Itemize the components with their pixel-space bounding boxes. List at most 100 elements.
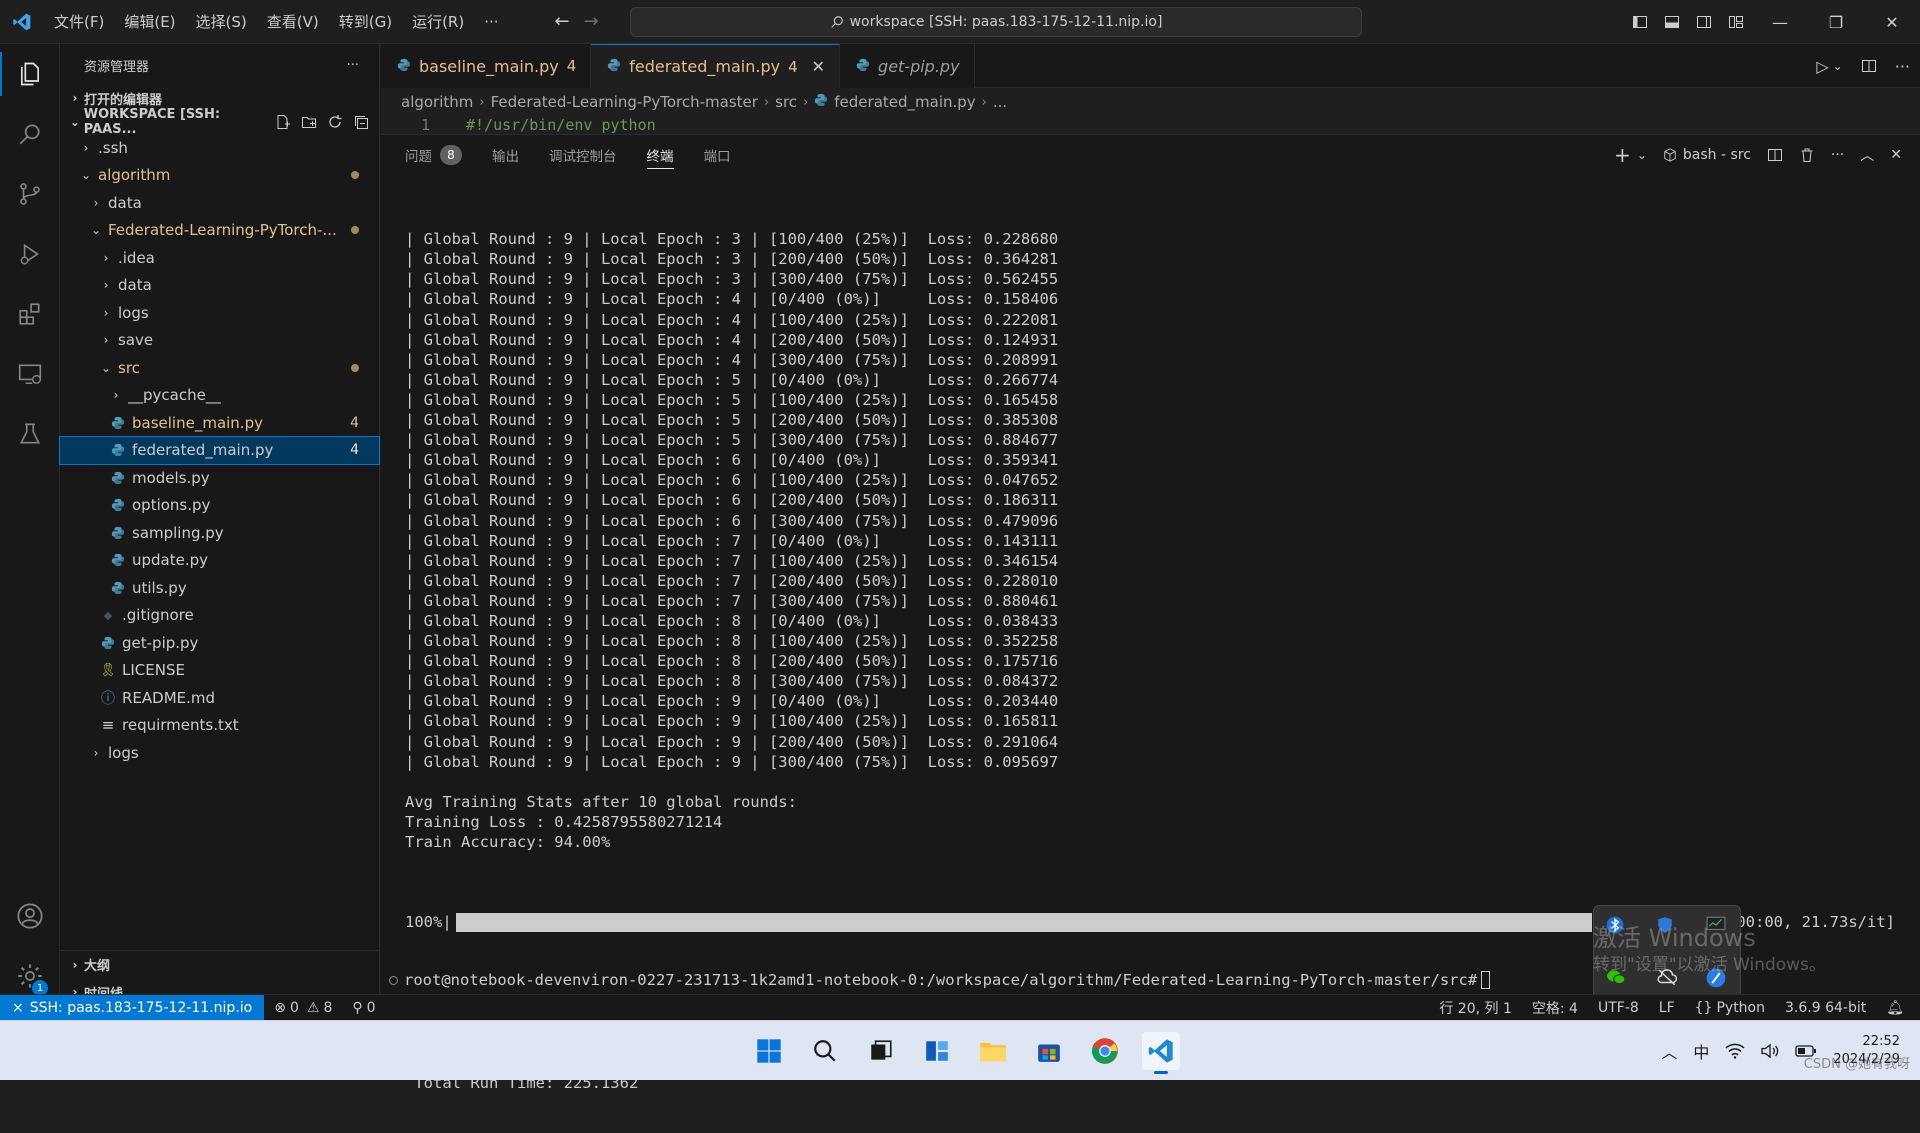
vscode-taskbar-icon[interactable] bbox=[1142, 1032, 1180, 1074]
panel-tab[interactable]: 终端 bbox=[646, 135, 674, 175]
terminal-prompt-line[interactable]: root@notebook-devenviron-0227-231713-1k2… bbox=[389, 971, 1491, 989]
kill-terminal-trash-icon[interactable] bbox=[1799, 147, 1815, 163]
show-hidden-icons-chevron-icon[interactable]: ︿ bbox=[1661, 1039, 1677, 1063]
end-of-line[interactable]: LF bbox=[1649, 1000, 1685, 1016]
tree-folder[interactable]: ⌄ algorithm bbox=[60, 162, 379, 190]
terminal-dropdown-chevron-icon[interactable]: ⌄ bbox=[1637, 148, 1647, 162]
tree-folder[interactable]: › .idea bbox=[60, 244, 379, 272]
editor-code-area[interactable]: 1 #!/usr/bin/env python bbox=[381, 116, 1920, 134]
tree-folder[interactable]: › .ssh bbox=[60, 134, 379, 162]
menu-item[interactable]: 选择(S) bbox=[186, 0, 257, 44]
editor-more-actions-icon[interactable]: ··· bbox=[1895, 57, 1910, 76]
panel-tab[interactable]: 调试控制台 bbox=[549, 135, 617, 175]
new-terminal-icon[interactable]: + bbox=[1614, 143, 1631, 167]
source-control-icon[interactable] bbox=[0, 164, 60, 224]
tree-file[interactable]: update.py bbox=[60, 547, 379, 575]
start-windows-icon[interactable] bbox=[750, 1032, 788, 1070]
remote-explorer-icon[interactable] bbox=[0, 344, 60, 404]
tree-file[interactable]: utils.py bbox=[60, 574, 379, 602]
tree-folder[interactable]: › __pycache__ bbox=[60, 382, 379, 410]
microsoft-store-icon[interactable] bbox=[1030, 1032, 1068, 1070]
tree-folder[interactable]: › logs bbox=[60, 739, 379, 767]
notifications-bell-icon[interactable]: 🔔︎ bbox=[1876, 1000, 1920, 1016]
run-python-file-icon[interactable]: ▷ bbox=[1816, 57, 1828, 76]
tree-file[interactable]: federated_main.py 4 bbox=[59, 435, 380, 465]
tree-file[interactable]: ≡ requirments.txt bbox=[60, 712, 379, 740]
tree-file[interactable]: 🎗︎ LICENSE bbox=[60, 657, 379, 685]
menu-item[interactable]: 查看(V) bbox=[257, 0, 329, 44]
back-arrow-icon[interactable]: ← bbox=[555, 11, 570, 32]
collapse-all-icon[interactable] bbox=[353, 114, 369, 130]
terminal-selector[interactable]: bash - src bbox=[1663, 147, 1751, 163]
accounts-icon[interactable] bbox=[0, 886, 60, 946]
editor-tab[interactable]: get-pip.py bbox=[840, 44, 975, 88]
breadcrumb-item[interactable]: algorithm bbox=[401, 93, 473, 111]
toggle-secondary-sidebar-icon[interactable] bbox=[1688, 0, 1720, 44]
menu-item[interactable]: 运行(R) bbox=[402, 0, 474, 44]
ime-indicator[interactable]: 中 bbox=[1693, 1039, 1709, 1063]
breadcrumb-item[interactable]: Federated-Learning-PyTorch-master bbox=[491, 93, 758, 111]
chrome-icon[interactable] bbox=[1086, 1032, 1124, 1070]
run-dropdown-chevron-icon[interactable]: ⌄ bbox=[1833, 59, 1843, 73]
tree-folder[interactable]: ⌄ Federated-Learning-PyTorch-... bbox=[60, 217, 379, 245]
forward-arrow-icon[interactable]: → bbox=[584, 11, 599, 32]
close-window-button[interactable]: ✕ bbox=[1864, 0, 1920, 44]
minimize-button[interactable]: — bbox=[1752, 0, 1808, 44]
new-folder-icon[interactable] bbox=[301, 114, 317, 130]
close-tab-icon[interactable]: ✕ bbox=[812, 57, 825, 76]
ports-status[interactable]: ⚲ 0 bbox=[342, 1000, 385, 1016]
run-debug-icon[interactable] bbox=[0, 224, 60, 284]
search-icon[interactable] bbox=[0, 104, 60, 164]
toggle-panel-icon[interactable] bbox=[1656, 0, 1688, 44]
remote-indicator[interactable]: ⨯ SSH: paas.183-175-12-11.nip.io bbox=[0, 994, 265, 1021]
widgets-icon[interactable] bbox=[918, 1032, 956, 1070]
panel-more-actions-icon[interactable]: ··· bbox=[1831, 147, 1844, 163]
menu-item[interactable]: 转到(G) bbox=[329, 0, 402, 44]
tree-file[interactable]: ⓘ README.md bbox=[60, 684, 379, 712]
file-explorer-icon[interactable] bbox=[974, 1032, 1012, 1070]
tree-folder[interactable]: ⌄ src bbox=[60, 354, 379, 382]
panel-tab[interactable]: 输出 bbox=[492, 135, 519, 175]
tree-file[interactable]: get-pip.py bbox=[60, 629, 379, 657]
editor-tab[interactable]: federated_main.py 4 ✕ bbox=[591, 44, 841, 88]
volume-icon[interactable] bbox=[1761, 1043, 1779, 1059]
extensions-icon[interactable] bbox=[0, 284, 60, 344]
tree-folder[interactable]: › data bbox=[60, 272, 379, 300]
menu-item[interactable]: 编辑(E) bbox=[114, 0, 185, 44]
maximize-panel-chevron-up-icon[interactable]: ︿ bbox=[1860, 145, 1874, 165]
tree-file[interactable]: sampling.py bbox=[60, 519, 379, 547]
tree-file[interactable]: options.py bbox=[60, 492, 379, 520]
breadcrumb-item[interactable]: src bbox=[775, 93, 797, 111]
menu-item[interactable]: ··· bbox=[474, 0, 508, 44]
panel-tab[interactable]: 问题 8 bbox=[405, 135, 462, 175]
tree-file[interactable]: ◆ .gitignore bbox=[60, 602, 379, 630]
restore-button[interactable]: ❐ bbox=[1808, 0, 1864, 44]
split-editor-icon[interactable] bbox=[1861, 58, 1877, 74]
python-interpreter[interactable]: 3.6.9 64-bit bbox=[1775, 1000, 1876, 1016]
workspace-section[interactable]: ⌄ WORKSPACE [SSH: PAAS... bbox=[60, 107, 379, 137]
close-panel-icon[interactable]: ✕ bbox=[1890, 147, 1902, 163]
tree-file[interactable]: models.py bbox=[60, 464, 379, 492]
outline-section[interactable]: › 大纲 bbox=[60, 950, 379, 978]
language-mode[interactable]: {} Python bbox=[1685, 1000, 1775, 1016]
toggle-primary-sidebar-icon[interactable] bbox=[1624, 0, 1656, 44]
tree-folder[interactable]: › logs bbox=[60, 299, 379, 327]
taskbar-search-icon[interactable] bbox=[806, 1032, 844, 1070]
panel-tab[interactable]: 端口 bbox=[704, 135, 731, 175]
wifi-icon[interactable] bbox=[1725, 1043, 1745, 1059]
problems-status[interactable]: ⊗ 0 ⚠ 8 bbox=[264, 1000, 342, 1016]
encoding[interactable]: UTF-8 bbox=[1588, 1000, 1649, 1016]
tree-file[interactable]: baseline_main.py 4 bbox=[60, 409, 379, 437]
task-view-icon[interactable] bbox=[862, 1032, 900, 1070]
breadcrumb-item[interactable]: ... bbox=[993, 93, 1007, 111]
refresh-icon[interactable] bbox=[327, 114, 343, 130]
new-file-icon[interactable] bbox=[275, 114, 291, 130]
split-terminal-icon[interactable] bbox=[1767, 147, 1783, 163]
breadcrumb-item[interactable]: federated_main.py bbox=[834, 93, 975, 111]
more-actions-icon[interactable]: ··· bbox=[347, 58, 359, 73]
command-center-search[interactable]: workspace [SSH: paas.183-175-12-11.nip.i… bbox=[630, 7, 1362, 37]
menu-item[interactable]: 文件(F) bbox=[44, 0, 114, 44]
indentation[interactable]: 空格: 4 bbox=[1522, 998, 1588, 1018]
customize-layout-icon[interactable] bbox=[1720, 0, 1752, 44]
explorer-icon[interactable] bbox=[0, 44, 60, 104]
